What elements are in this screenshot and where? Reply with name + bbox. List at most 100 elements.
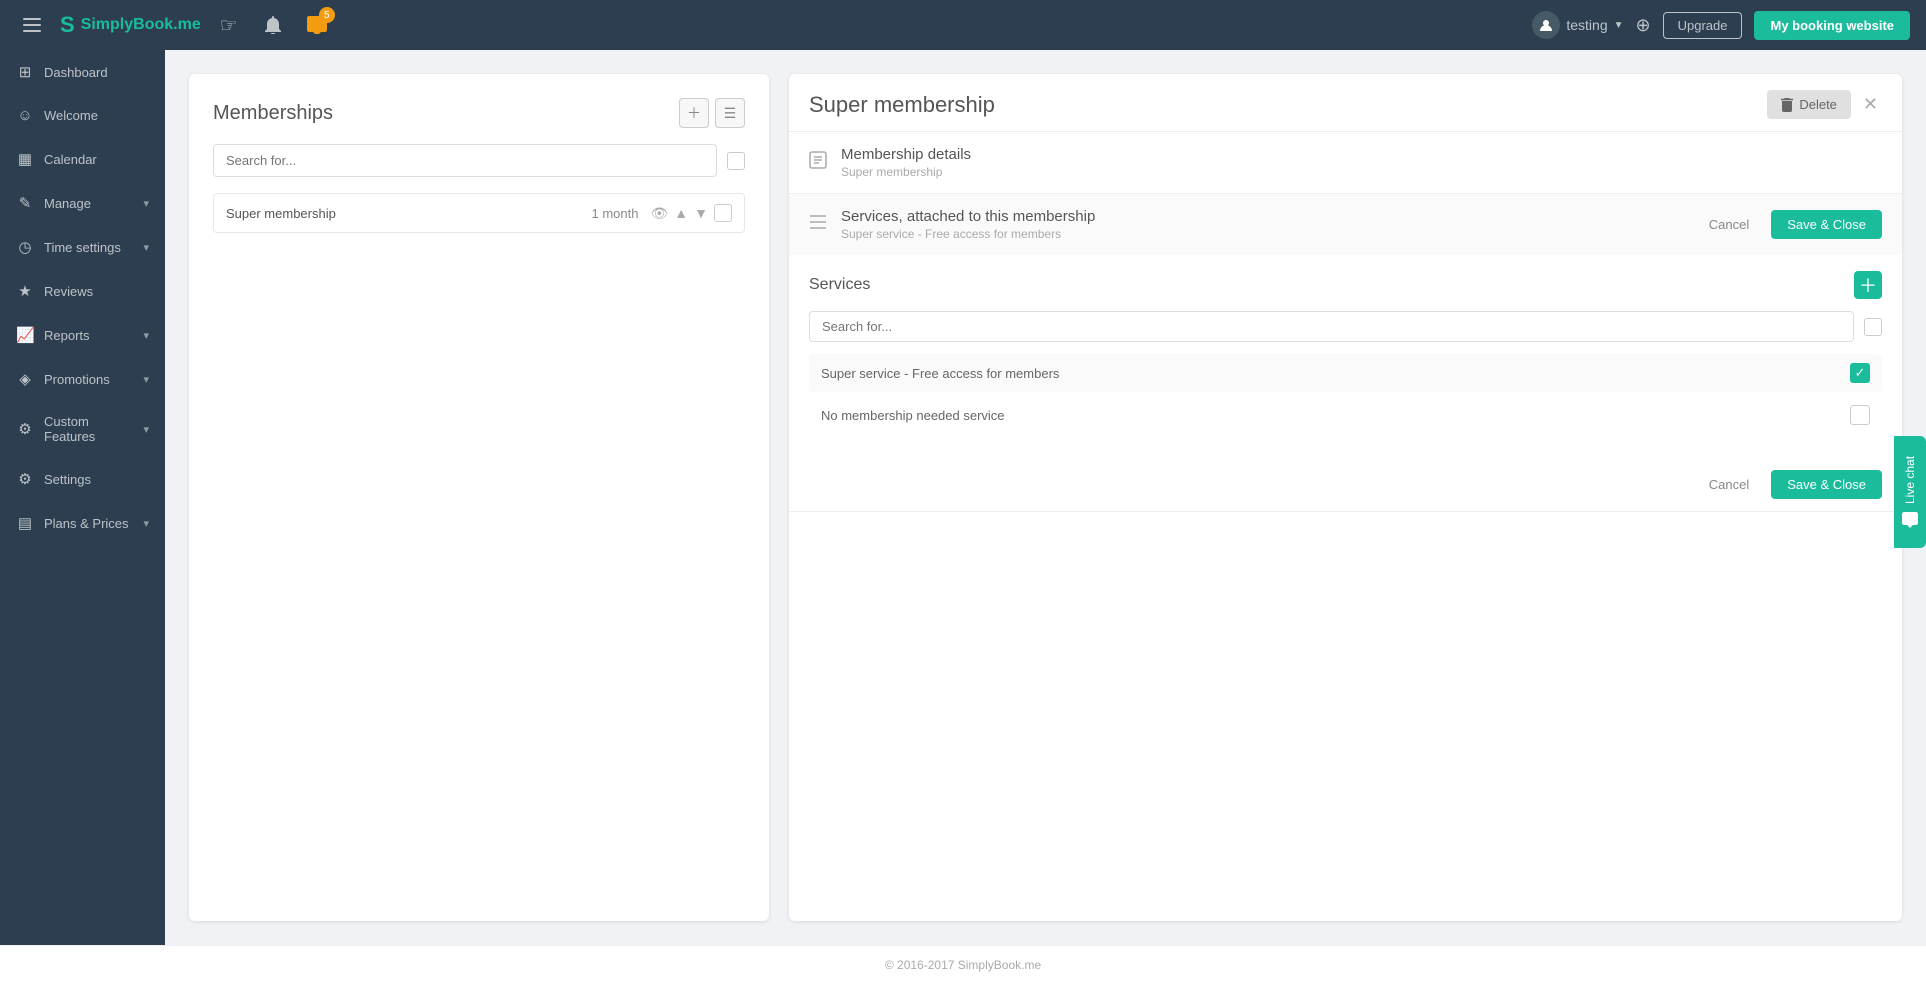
live-chat-button[interactable]: Live chat [1894,436,1926,548]
chat-button[interactable]: 5 [301,9,333,41]
memberships-search-box [213,144,745,177]
sidebar-item-manage[interactable]: ✎ Manage ▾ [0,181,165,225]
services-bottom-actions: Cancel Save & Close [789,458,1902,511]
sidebar-item-custom-features[interactable]: ⚙ Custom Features ▾ [0,401,165,457]
sidebar-item-calendar[interactable]: ▦ Calendar [0,137,165,181]
move-down-icon[interactable]: ▼ [694,205,708,221]
membership-details-header[interactable]: Membership details Super membership [789,132,1902,193]
service-name-1: No membership needed service [821,408,1850,423]
list-view-button[interactable]: ☰ [715,98,745,128]
plans-icon: ▤ [16,514,34,532]
services-header: Services ＋ [809,271,1882,299]
memberships-search-input[interactable] [213,144,717,177]
service-checkbox-0[interactable]: ✓ [1850,363,1870,383]
user-dropdown-arrow: ▼ [1614,20,1624,31]
top-navigation: S SimplyBook.me ☞ 5 testing ▼ ⊕ Upgrad [0,0,1926,50]
time-settings-arrow: ▾ [143,241,149,254]
services-section-actions: Cancel Save & Close [1697,210,1882,239]
reports-arrow: ▾ [143,329,149,342]
footer: © 2016-2017 SimplyBook.me [0,945,1926,984]
live-chat-label: Live chat [1903,456,1917,504]
add-membership-button[interactable]: ＋ [679,98,709,128]
services-save-close-button[interactable]: Save & Close [1771,210,1882,239]
service-name-0: Super service - Free access for members [821,366,1850,381]
notifications-button[interactable] [257,9,289,41]
services-bottom-cancel-button[interactable]: Cancel [1697,470,1761,499]
delete-button[interactable]: Delete [1767,90,1851,119]
time-settings-icon: ◷ [16,238,34,256]
service-checkbox-1[interactable] [1850,405,1870,425]
booking-website-button[interactable]: My booking website [1754,11,1910,40]
super-membership-title: Super membership [809,92,995,118]
dashboard-icon: ⊞ [16,63,34,81]
main-layout: ⊞ Dashboard ☺ Welcome ▦ Calendar ✎ Manag… [0,50,1926,945]
membership-details-icon [809,151,827,174]
services-section: Services, attached to this membership Su… [789,194,1902,512]
services-bottom-save-close-button[interactable]: Save & Close [1771,470,1882,499]
move-up-icon[interactable]: ▲ [674,205,688,221]
services-cancel-button[interactable]: Cancel [1697,210,1761,239]
visibility-icon[interactable]: 👁 [651,205,669,222]
upgrade-button[interactable]: Upgrade [1663,12,1743,39]
membership-details-text: Membership details Super membership [841,146,1882,179]
promotions-arrow: ▾ [143,373,149,386]
service-row-0: Super service - Free access for members … [809,354,1882,392]
services-section-header[interactable]: Services, attached to this membership Su… [789,194,1902,255]
sidebar-item-settings[interactable]: ⚙ Settings [0,457,165,501]
services-title: Services [809,276,870,294]
user-menu[interactable]: testing ▼ [1532,11,1623,39]
super-membership-header: Super membership Delete ✕ [789,74,1902,132]
membership-name: Super membership [226,206,592,221]
sidebar: ⊞ Dashboard ☺ Welcome ▦ Calendar ✎ Manag… [0,50,165,945]
services-section-text: Services, attached to this membership Su… [841,208,1697,241]
content-area: Memberships ＋ ☰ Super membership 1 month… [165,50,1926,945]
promotions-icon: ◈ [16,370,34,388]
check-mark-icon: ✓ [1855,365,1866,381]
logo-text: SimplyBook.me [81,16,201,34]
hamburger-menu-button[interactable] [16,9,48,41]
footer-text: © 2016-2017 SimplyBook.me [885,958,1041,972]
sidebar-item-welcome[interactable]: ☺ Welcome [0,94,165,137]
membership-checkbox[interactable] [714,204,732,222]
add-service-button[interactable]: ＋ [1854,271,1882,299]
services-select-all-checkbox[interactable] [1864,318,1882,336]
calendar-icon: ▦ [16,150,34,168]
language-button[interactable]: ⊕ [1636,15,1651,36]
welcome-icon: ☺ [16,107,34,124]
reviews-icon: ★ [16,282,34,300]
services-accordion-body: Services ＋ Super service - Free access f… [789,255,1902,458]
reports-icon: 📈 [16,326,34,344]
membership-row: Super membership 1 month 👁 ▲ ▼ [213,193,745,233]
nav-right: testing ▼ ⊕ Upgrade My booking website [1532,11,1910,40]
super-membership-panel: Super membership Delete ✕ Membership [789,74,1902,921]
memberships-title-bar: Memberships ＋ ☰ [213,98,745,128]
service-row-1: No membership needed service [809,396,1882,434]
membership-details-section: Membership details Super membership [789,132,1902,194]
settings-icon: ⚙ [16,470,34,488]
custom-features-icon: ⚙ [16,420,34,438]
custom-features-arrow: ▾ [143,423,149,436]
chat-badge: 5 [319,7,335,23]
sidebar-item-promotions[interactable]: ◈ Promotions ▾ [0,357,165,401]
logo-icon: S [60,12,75,38]
nav-left: S SimplyBook.me ☞ 5 [16,9,333,41]
sidebar-item-reports[interactable]: 📈 Reports ▾ [0,313,165,357]
super-membership-header-actions: Delete ✕ [1767,90,1882,119]
sidebar-item-time-settings[interactable]: ◷ Time settings ▾ [0,225,165,269]
plans-arrow: ▾ [143,517,149,530]
memberships-select-all-checkbox[interactable] [727,152,745,170]
memberships-title-actions: ＋ ☰ [679,98,745,128]
memberships-title: Memberships [213,102,333,125]
sidebar-item-reviews[interactable]: ★ Reviews [0,269,165,313]
user-name: testing [1566,17,1607,33]
user-avatar [1532,11,1560,39]
manage-icon: ✎ [16,194,34,212]
close-panel-button[interactable]: ✕ [1859,90,1882,119]
services-search-row [809,311,1882,342]
sidebar-item-dashboard[interactable]: ⊞ Dashboard [0,50,165,94]
memberships-panel: Memberships ＋ ☰ Super membership 1 month… [189,74,769,921]
services-search-input[interactable] [809,311,1854,342]
sidebar-item-plans-prices[interactable]: ▤ Plans & Prices ▾ [0,501,165,545]
cursor-icon[interactable]: ☞ [213,9,245,41]
logo[interactable]: S SimplyBook.me [60,12,201,38]
